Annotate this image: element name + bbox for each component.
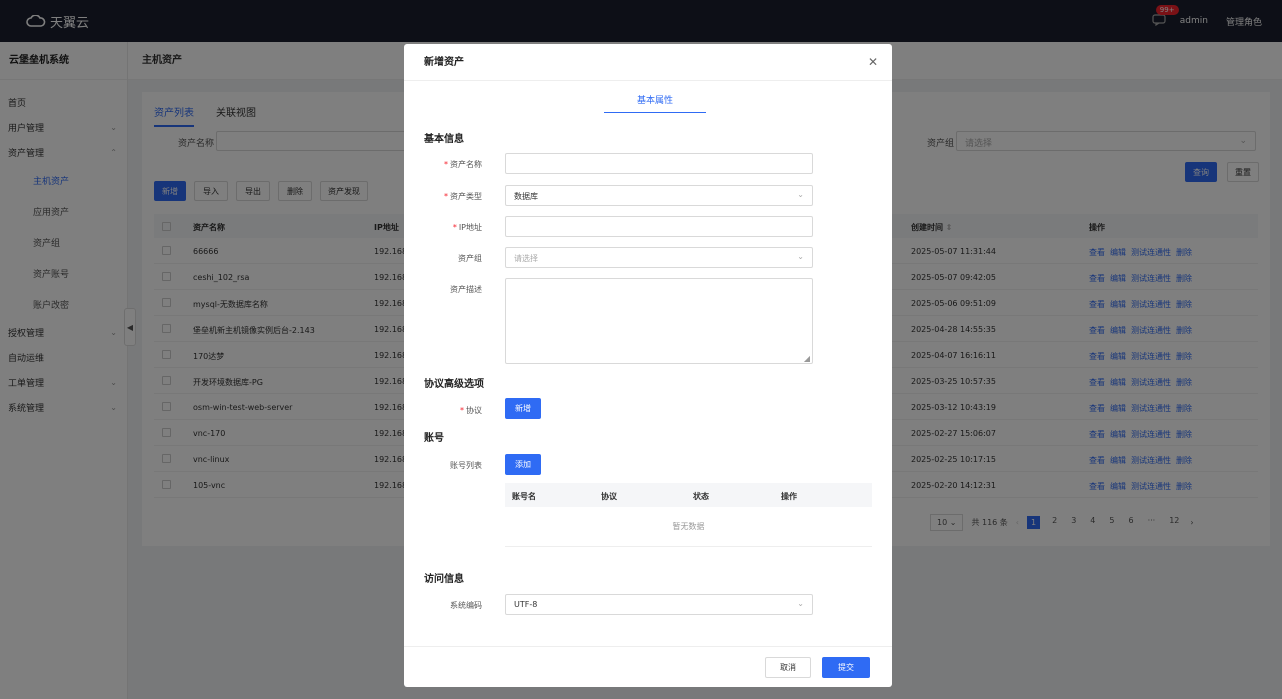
field-label-type: * 资产类型 (444, 192, 482, 201)
field-label-ip: * IP地址 (452, 223, 482, 232)
asset-type-select[interactable]: 数据库 ⌄ (505, 185, 813, 206)
cancel-button[interactable]: 取消 (765, 657, 811, 678)
field-label-ip-text: IP地址 (458, 223, 482, 232)
field-label-protocol: * 协议 (460, 406, 482, 415)
dialog-title: 新增资产 (404, 44, 892, 81)
field-label-account-list: 账号列表 (450, 461, 482, 470)
field-label-group: 资产组 (458, 254, 482, 263)
encoding-value: UTF-8 (514, 600, 538, 609)
tab-basic-attributes[interactable]: 基本属性 (604, 93, 706, 113)
add-asset-dialog: 新增资产 ✕ 基本属性 基本信息 * 资产名称 * 资产类型 数据库 ⌄ * IP地址 … (404, 44, 892, 687)
field-label-name: * 资产名称 (444, 160, 482, 169)
asset-group-select[interactable]: 请选择 ⌄ (505, 247, 813, 268)
submit-button[interactable]: 提交 (822, 657, 870, 678)
field-label-name-text: 资产名称 (450, 160, 482, 169)
asset-group-placeholder: 请选择 (514, 254, 538, 263)
account-col-protocol: 协议 (601, 492, 617, 501)
asset-type-value: 数据库 (514, 192, 538, 201)
asset-name-input[interactable] (505, 153, 813, 174)
field-label-protocol-text: 协议 (466, 406, 482, 415)
dialog-footer: 取消 提交 (404, 646, 892, 687)
resize-handle-icon[interactable]: ◢ (804, 354, 810, 363)
field-label-encoding: 系统编码 (450, 601, 482, 610)
account-col-name: 账号名 (512, 492, 536, 501)
add-account-button[interactable]: 添加 (505, 454, 541, 475)
account-col-status: 状态 (693, 492, 709, 501)
section-access-info: 访问信息 (424, 574, 464, 585)
account-empty-state: 暂无数据 (505, 507, 872, 547)
field-label-type-text: 资产类型 (450, 192, 482, 201)
ip-address-input[interactable] (505, 216, 813, 237)
account-col-ops: 操作 (781, 492, 797, 501)
field-label-desc: 资产描述 (450, 285, 482, 294)
section-account: 账号 (424, 433, 444, 444)
chevron-down-icon: ⌄ (797, 190, 804, 199)
chevron-down-icon: ⌄ (797, 599, 804, 608)
encoding-select[interactable]: UTF-8 ⌄ (505, 594, 813, 615)
account-table-header: 账号名 协议 状态 操作 (505, 483, 872, 507)
chevron-down-icon: ⌄ (797, 252, 804, 261)
section-basic-info: 基本信息 (424, 134, 464, 145)
section-protocol: 协议高级选项 (424, 379, 484, 390)
close-icon[interactable]: ✕ (868, 44, 878, 81)
asset-description-textarea[interactable]: ◢ (505, 278, 813, 364)
add-protocol-button[interactable]: 新增 (505, 398, 541, 419)
